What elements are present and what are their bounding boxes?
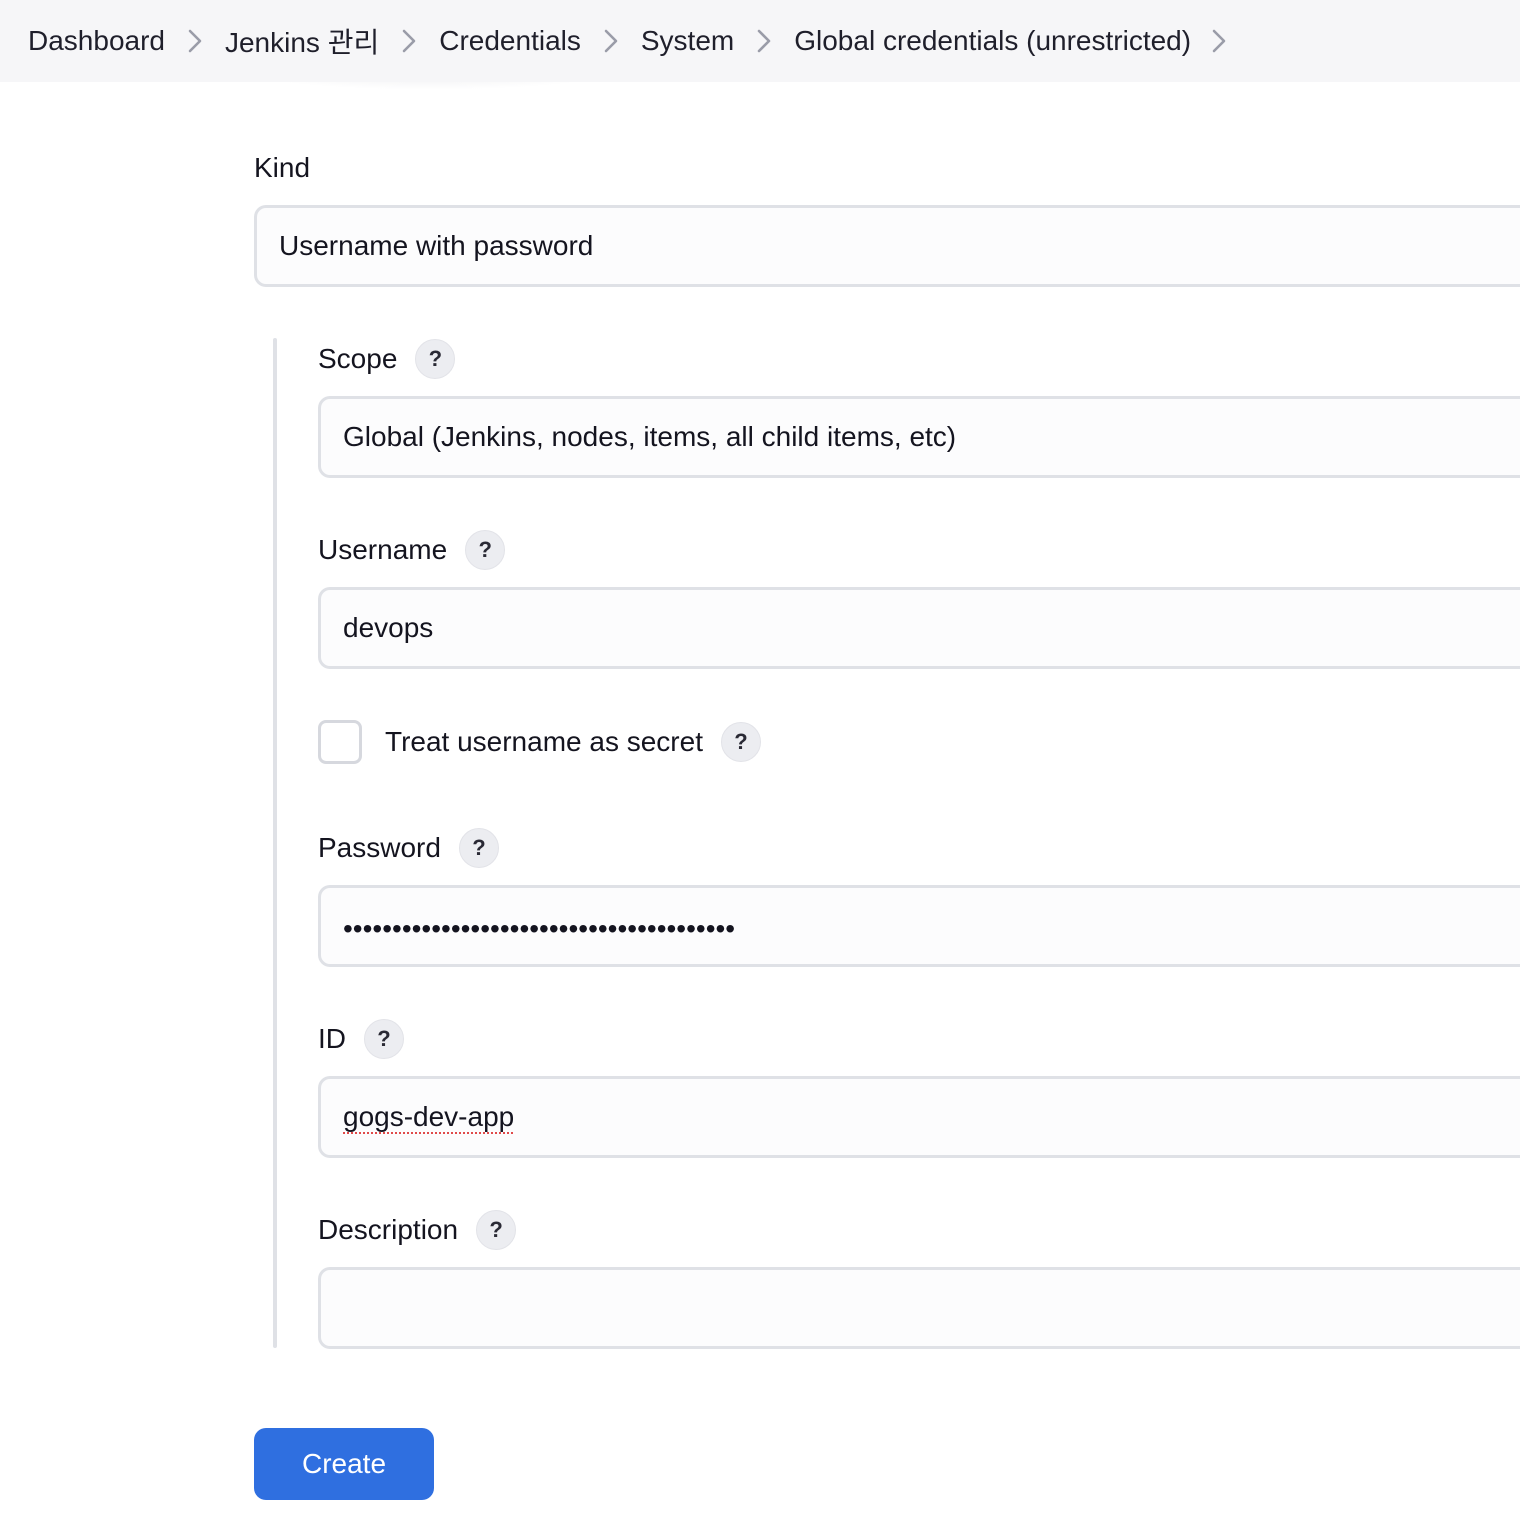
breadcrumb-item-dashboard[interactable]: Dashboard [28, 25, 165, 57]
treat-username-secret-label: Treat username as secret ? [385, 722, 761, 762]
description-label: Description ? [318, 1210, 517, 1250]
kind-label: Kind [254, 152, 311, 183]
scope-label: Scope ? [318, 339, 456, 379]
chevron-right-icon [379, 21, 439, 61]
id-input[interactable]: gogs-dev-app [318, 1076, 1520, 1158]
chevron-right-icon [165, 21, 225, 61]
username-label: Username ? [318, 530, 506, 570]
id-help-icon[interactable]: ? [364, 1019, 404, 1059]
username-help-icon[interactable]: ? [465, 530, 506, 570]
id-label: ID ? [318, 1019, 404, 1059]
create-button[interactable]: Create [254, 1428, 434, 1500]
chevron-right-icon[interactable] [1191, 21, 1247, 61]
breadcrumb-item-system[interactable]: System [641, 25, 734, 57]
breadcrumb: Dashboard Jenkins 관리 Credentials System … [0, 0, 1520, 82]
password-input[interactable]: •••••••••••••••••••••••••••••••••••••••• [318, 885, 1520, 967]
kind-select[interactable]: Username with password [254, 205, 1520, 287]
chevron-right-icon [734, 21, 794, 61]
password-label: Password ? [318, 828, 499, 868]
description-input[interactable] [318, 1267, 1520, 1349]
treat-username-secret-checkbox[interactable] [318, 720, 362, 764]
section-divider [273, 338, 277, 1348]
password-help-icon[interactable]: ? [458, 828, 499, 868]
treat-username-secret-help-icon[interactable]: ? [720, 722, 761, 762]
password-masked-value: •••••••••••••••••••••••••••••••••••••••• [343, 913, 736, 944]
username-input[interactable]: devops [318, 587, 1520, 669]
scope-help-icon[interactable]: ? [415, 339, 456, 379]
scope-select[interactable]: Global (Jenkins, nodes, items, all child… [318, 396, 1520, 478]
chevron-right-icon [581, 21, 641, 61]
breadcrumb-item-credentials[interactable]: Credentials [439, 25, 581, 57]
breadcrumb-item-global-credentials[interactable]: Global credentials (unrestricted) [794, 25, 1191, 57]
credentials-create-page: Dashboard Jenkins 관리 Credentials System … [0, 0, 1520, 1526]
description-help-icon[interactable]: ? [476, 1210, 517, 1250]
breadcrumb-item-jenkins-manage[interactable]: Jenkins 관리 [225, 21, 379, 61]
